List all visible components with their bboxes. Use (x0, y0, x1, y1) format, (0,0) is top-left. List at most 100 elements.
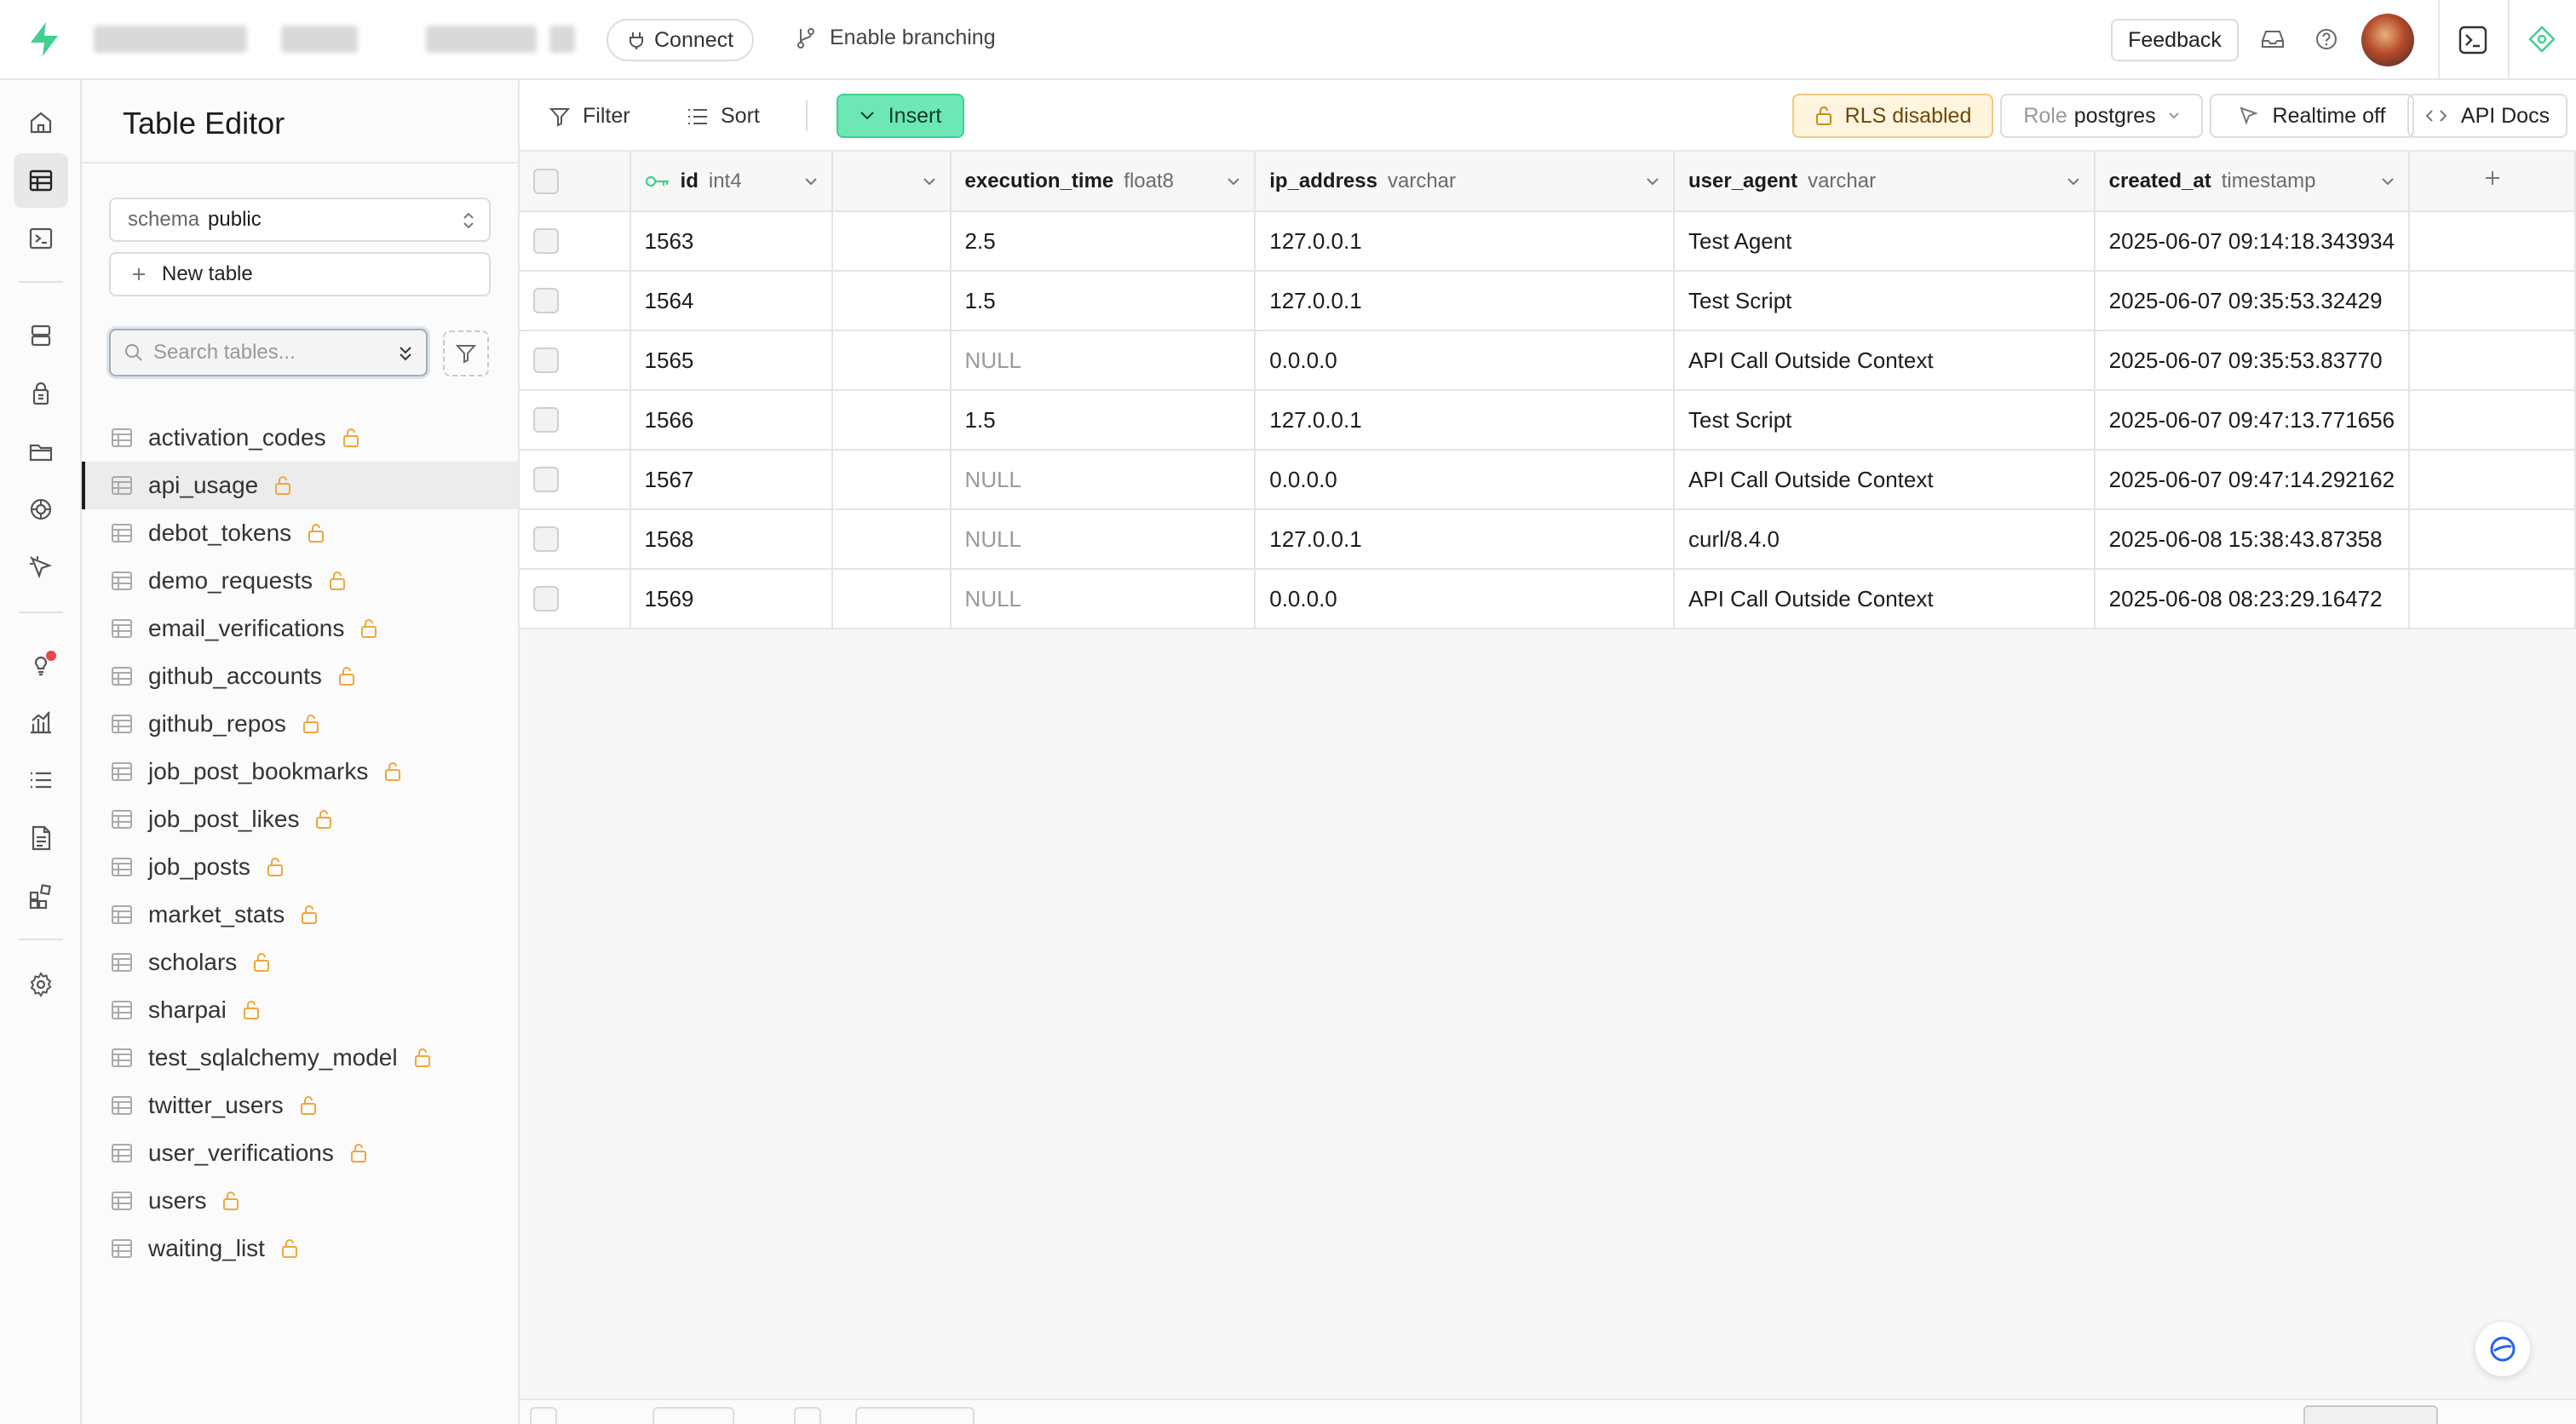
cell-execution-time[interactable]: 1.5 (950, 271, 1256, 331)
cell-created-at[interactable]: 2025-06-07 09:35:53.32429 (2094, 271, 2411, 331)
cell-id[interactable]: 1563 (630, 211, 833, 272)
cell-id[interactable]: 1568 (630, 509, 833, 570)
cell-id[interactable]: 1567 (630, 450, 833, 510)
cell-id[interactable]: 1569 (630, 569, 833, 629)
next-page-button[interactable] (794, 1407, 821, 1424)
collapse-chevrons-icon[interactable] (397, 344, 414, 363)
sidebar-table-item[interactable]: debot_tokens (82, 509, 518, 557)
search-tables-input[interactable]: Search tables... (109, 329, 428, 376)
nav-settings[interactable] (14, 957, 68, 1012)
row-checkbox[interactable] (533, 347, 559, 373)
row-checkbox[interactable] (533, 228, 559, 254)
nav-sql-editor[interactable] (14, 211, 68, 266)
role-selector[interactable]: Role postgres (2000, 94, 2203, 138)
cell-id[interactable]: 1564 (630, 271, 833, 331)
nav-advisors[interactable] (14, 637, 68, 692)
table-row[interactable]: 1566 1.5 127.0.0.1 Test Script 2025-06-07 09… (520, 390, 2576, 451)
sidebar-table-item[interactable]: job_posts (82, 843, 518, 891)
column-header-id[interactable]: id int4 (630, 152, 833, 212)
cell-user-agent[interactable]: Test Script (1674, 390, 2096, 451)
cell-ip-address[interactable]: 127.0.0.1 (1255, 509, 1676, 570)
cell-hidden[interactable] (831, 569, 952, 629)
branch-name-redacted[interactable] (426, 26, 537, 53)
sidebar-table-item[interactable]: api_usage (82, 462, 518, 509)
chevron-down-icon[interactable] (923, 177, 936, 186)
table-row[interactable]: 1564 1.5 127.0.0.1 Test Script 2025-06-07 09… (520, 271, 2576, 331)
row-checkbox[interactable] (533, 407, 559, 433)
chevron-down-icon[interactable] (804, 177, 818, 186)
cell-hidden[interactable] (831, 450, 952, 510)
chevron-down-icon[interactable] (2381, 177, 2395, 186)
cell-execution-time[interactable]: 1.5 (950, 390, 1256, 451)
page-number-input[interactable] (653, 1407, 734, 1424)
realtime-toggle-button[interactable]: Realtime off (2210, 94, 2414, 138)
nav-database[interactable] (14, 308, 68, 363)
cell-created-at[interactable]: 2025-06-07 09:35:53.83770 (2094, 330, 2411, 391)
nav-home[interactable] (14, 95, 68, 150)
rows-per-page-select[interactable] (855, 1407, 975, 1424)
inbox-icon[interactable] (2257, 24, 2288, 55)
api-docs-button[interactable]: API Docs (2407, 94, 2567, 138)
project-name-redacted[interactable] (281, 26, 358, 53)
cell-user-agent[interactable]: curl/8.4.0 (1674, 509, 2096, 570)
support-chat-button[interactable] (2475, 1322, 2530, 1376)
connect-button[interactable]: Connect (607, 19, 755, 61)
table-row[interactable]: 1567 NULL 0.0.0.0 API Call Outside Context 2… (520, 450, 2576, 510)
table-row[interactable]: 1565 NULL 0.0.0.0 API Call Outside Context 2… (520, 330, 2576, 391)
supabase-logo-icon[interactable] (26, 20, 63, 58)
sidebar-table-item[interactable]: job_post_likes (82, 795, 518, 843)
cell-user-agent[interactable]: API Call Outside Context (1674, 450, 2096, 510)
nav-integrations[interactable] (14, 869, 68, 923)
filter-tables-button[interactable] (443, 330, 489, 376)
cell-hidden[interactable] (831, 509, 952, 570)
cell-hidden[interactable] (831, 211, 952, 272)
cell-execution-time[interactable]: NULL (950, 569, 1256, 629)
cell-ip-address[interactable]: 0.0.0.0 (1255, 569, 1676, 629)
sidebar-table-item[interactable]: demo_requests (82, 557, 518, 605)
chevron-down-icon[interactable] (1227, 177, 1240, 186)
cell-hidden[interactable] (831, 271, 952, 331)
add-column-plus-icon[interactable] (2483, 169, 2502, 187)
nav-logs[interactable] (14, 753, 68, 807)
nav-auth[interactable] (14, 366, 68, 421)
row-checkbox[interactable] (533, 586, 559, 612)
assistant-diamond-icon[interactable] (2527, 24, 2557, 55)
sort-button[interactable]: Sort (687, 104, 760, 129)
column-header-hidden[interactable] (831, 152, 952, 212)
sidebar-table-item[interactable]: test_sqlalchemy_model (82, 1034, 518, 1082)
select-all-checkbox[interactable] (533, 168, 559, 194)
sidebar-table-item[interactable]: market_stats (82, 891, 518, 939)
avatar[interactable] (2361, 14, 2414, 66)
row-checkbox[interactable] (533, 526, 559, 552)
cell-execution-time[interactable]: NULL (950, 330, 1256, 391)
nav-edge-functions[interactable] (14, 540, 68, 594)
cell-id[interactable]: 1566 (630, 390, 833, 451)
sidebar-table-item[interactable]: github_accounts (82, 652, 518, 700)
sidebar-table-item[interactable]: github_repos (82, 700, 518, 748)
feedback-button[interactable]: Feedback (2111, 19, 2239, 61)
nav-storage[interactable] (14, 424, 68, 479)
sidebar-table-item[interactable]: user_verifications (82, 1129, 518, 1177)
column-header-created-at[interactable]: created_at timestamp (2094, 152, 2411, 212)
cell-created-at[interactable]: 2025-06-08 15:38:43.87358 (2094, 509, 2411, 570)
cell-execution-time[interactable]: 2.5 (950, 211, 1256, 272)
cell-created-at[interactable]: 2025-06-07 09:14:18.343934 (2094, 211, 2411, 272)
new-table-button[interactable]: New table (109, 252, 491, 296)
view-toggle[interactable] (2303, 1405, 2438, 1424)
org-name-redacted[interactable] (94, 26, 247, 53)
cell-ip-address[interactable]: 127.0.0.1 (1255, 211, 1676, 272)
column-header-user-agent[interactable]: user_agent varchar (1674, 152, 2096, 212)
help-icon[interactable] (2311, 24, 2342, 55)
table-row[interactable]: 1563 2.5 127.0.0.1 Test Agent 2025-06-07 09:… (520, 211, 2576, 272)
cell-ip-address[interactable]: 0.0.0.0 (1255, 450, 1676, 510)
nav-realtime[interactable] (14, 482, 68, 537)
sidebar-table-item[interactable]: users (82, 1177, 518, 1225)
nav-reports[interactable] (14, 695, 68, 749)
row-checkbox[interactable] (533, 288, 559, 313)
enable-branching-button[interactable]: Enable branching (796, 26, 996, 50)
column-header-ip-address[interactable]: ip_address varchar (1255, 152, 1676, 212)
sidebar-table-item[interactable]: waiting_list (82, 1225, 518, 1272)
chevron-down-icon[interactable] (1646, 177, 1659, 186)
column-header-execution-time[interactable]: execution_time float8 (950, 152, 1256, 212)
table-row[interactable]: 1569 NULL 0.0.0.0 API Call Outside Context 2… (520, 569, 2576, 629)
